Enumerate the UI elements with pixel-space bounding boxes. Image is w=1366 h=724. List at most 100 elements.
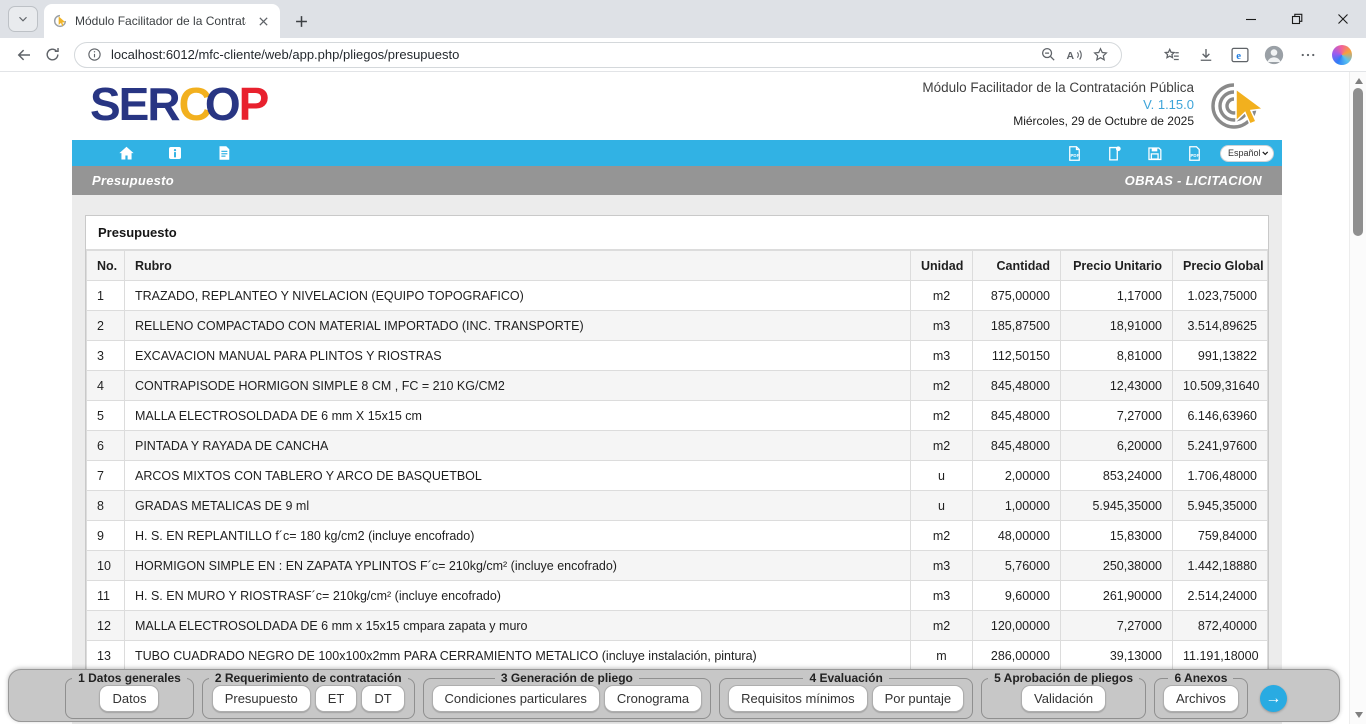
column-header: Cantidad: [973, 251, 1061, 281]
back-button[interactable]: [10, 41, 38, 69]
nav-button-et[interactable]: ET: [315, 685, 358, 712]
nav-button-datos[interactable]: Datos: [99, 685, 159, 712]
pdf-document-icon: PDF: [1185, 144, 1204, 163]
cell-precio_global: 10.509,31640: [1173, 371, 1268, 401]
table-row: 8GRADAS METALICAS DE 9 mlu1,000005.945,3…: [87, 491, 1268, 521]
new-document-button[interactable]: [1102, 141, 1126, 165]
export-pdf-button[interactable]: PDF: [1062, 141, 1086, 165]
nav-button-requisitos-minimos[interactable]: Requisitos mínimos: [728, 685, 867, 712]
cell-cantidad: 1,00000: [973, 491, 1061, 521]
address-bar[interactable]: localhost:6012/mfc-cliente/web/app.php/p…: [74, 42, 1122, 68]
cell-precio_unitario: 7,27000: [1061, 401, 1173, 431]
cell-no: 4: [87, 371, 125, 401]
chevron-down-icon: [16, 12, 30, 26]
column-header: No.: [87, 251, 125, 281]
table-row: 12MALLA ELECTROSOLDADA DE 6 mm x 15x15 c…: [87, 611, 1268, 641]
pdf-document-button[interactable]: PDF: [1182, 141, 1206, 165]
process-context: OBRAS - LICITACION: [1125, 173, 1262, 188]
scrollbar-thumb[interactable]: [1353, 88, 1363, 236]
section-legend: 4 Evaluación: [803, 671, 888, 685]
nav-button-archivos[interactable]: Archivos: [1163, 685, 1239, 712]
nav-button-presupuesto[interactable]: Presupuesto: [212, 685, 311, 712]
browser-tab[interactable]: Módulo Facilitador de la Contrata: [44, 4, 280, 38]
budget-table: No.RubroUnidadCantidadPrecio UnitarioPre…: [86, 250, 1268, 671]
ie-mode-button[interactable]: e: [1226, 41, 1254, 69]
cell-unidad: u: [911, 461, 973, 491]
cell-cantidad: 2,00000: [973, 461, 1061, 491]
nav-button-cronograma[interactable]: Cronograma: [604, 685, 702, 712]
cell-cantidad: 120,00000: [973, 611, 1061, 641]
minimize-button[interactable]: [1228, 0, 1274, 38]
cell-no: 1: [87, 281, 125, 311]
favorite-star-icon: [1092, 46, 1109, 63]
document-icon: [215, 144, 233, 162]
save-icon: [1145, 144, 1164, 163]
read-aloud-button[interactable]: A: [1061, 43, 1087, 67]
bottom-nav-section: 2 Requerimiento de contrataciónPresupues…: [202, 671, 415, 719]
cell-precio_global: 2.514,24000: [1173, 581, 1268, 611]
bottom-nav-section: 6 AnexosArchivos: [1154, 671, 1248, 719]
toolbar-actions: PDF PDF Español: [1046, 141, 1274, 165]
vertical-scrollbar[interactable]: [1349, 72, 1366, 724]
next-arrow-button[interactable]: →: [1260, 685, 1287, 712]
app-header-info: Módulo Facilitador de la Contratación Pú…: [922, 79, 1194, 130]
copilot-button[interactable]: [1328, 41, 1356, 69]
tab-close-icon[interactable]: [254, 12, 272, 30]
url-text[interactable]: localhost:6012/mfc-cliente/web/app.php/p…: [111, 47, 1035, 62]
column-header: Unidad: [911, 251, 973, 281]
scroll-down-button[interactable]: [1350, 708, 1366, 722]
table-row: 4CONTRAPISODE HORMIGON SIMPLE 8 CM , FC …: [87, 371, 1268, 401]
scroll-up-icon: [1355, 78, 1363, 84]
cell-unidad: u: [911, 491, 973, 521]
read-aloud-icon: A: [1065, 46, 1083, 64]
cell-rubro: H. S. EN MURO Y RIOSTRASF´c= 210kg/cm² (…: [125, 581, 911, 611]
nav-button-por-puntaje[interactable]: Por puntaje: [872, 685, 965, 712]
close-window-button[interactable]: [1320, 0, 1366, 38]
info-button[interactable]: [163, 141, 187, 165]
new-tab-button[interactable]: [292, 12, 310, 30]
nav-button-validacion[interactable]: Validación: [1021, 685, 1106, 712]
app-version[interactable]: V. 1.15.0: [922, 96, 1194, 113]
profile-button[interactable]: [1260, 41, 1288, 69]
nav-button-condiciones-particulares[interactable]: Condiciones particulares: [432, 685, 600, 712]
favorites-list-button[interactable]: [1158, 41, 1186, 69]
download-icon: [1197, 46, 1215, 64]
cell-unidad: m2: [911, 401, 973, 431]
home-button[interactable]: [114, 141, 138, 165]
restore-button[interactable]: [1274, 0, 1320, 38]
table-row: 11H. S. EN MURO Y RIOSTRASF´c= 210kg/cm²…: [87, 581, 1268, 611]
bottom-nav-section: 1 Datos generalesDatos: [65, 671, 194, 719]
table-row: 9H. S. EN REPLANTILLO f´c= 180 kg/cm2 (i…: [87, 521, 1268, 551]
section-legend: 5 Aprobación de pliegos: [988, 671, 1139, 685]
more-options-icon: [1299, 46, 1317, 64]
bottom-nav-section: 5 Aprobación de pliegosValidación: [981, 671, 1146, 719]
zoom-out-button[interactable]: [1035, 43, 1061, 67]
more-options-button[interactable]: [1294, 41, 1322, 69]
pdf-icon: PDF: [1065, 144, 1084, 163]
cell-no: 5: [87, 401, 125, 431]
pliego-document-button[interactable]: [212, 141, 236, 165]
table-row: 10HORMIGON SIMPLE EN : EN ZAPATA YPLINTO…: [87, 551, 1268, 581]
profile-avatar: [1263, 44, 1285, 66]
mfc-favicon-icon: [52, 13, 68, 29]
svg-text:A: A: [1067, 49, 1075, 61]
language-select[interactable]: Español: [1220, 145, 1274, 162]
copilot-icon: [1332, 45, 1352, 65]
toolbar-right-icons: e: [1152, 41, 1356, 69]
scroll-up-button[interactable]: [1350, 74, 1366, 88]
favorite-star-button[interactable]: [1087, 43, 1113, 67]
refresh-button[interactable]: [38, 41, 66, 69]
cell-no: 13: [87, 641, 125, 671]
cell-no: 9: [87, 521, 125, 551]
save-button[interactable]: [1142, 141, 1166, 165]
home-icon: [117, 144, 136, 163]
nav-button-dt[interactable]: DT: [361, 685, 404, 712]
tab-search-button[interactable]: [8, 6, 38, 32]
downloads-button[interactable]: [1192, 41, 1220, 69]
cell-cantidad: 185,87500: [973, 311, 1061, 341]
site-info-icon[interactable]: [87, 47, 102, 62]
cell-precio_global: 5.241,97600: [1173, 431, 1268, 461]
cell-rubro: TRAZADO, REPLANTEO Y NIVELACION (EQUIPO …: [125, 281, 911, 311]
cell-cantidad: 48,00000: [973, 521, 1061, 551]
bottom-nav-section: 4 EvaluaciónRequisitos mínimosPor puntaj…: [719, 671, 973, 719]
